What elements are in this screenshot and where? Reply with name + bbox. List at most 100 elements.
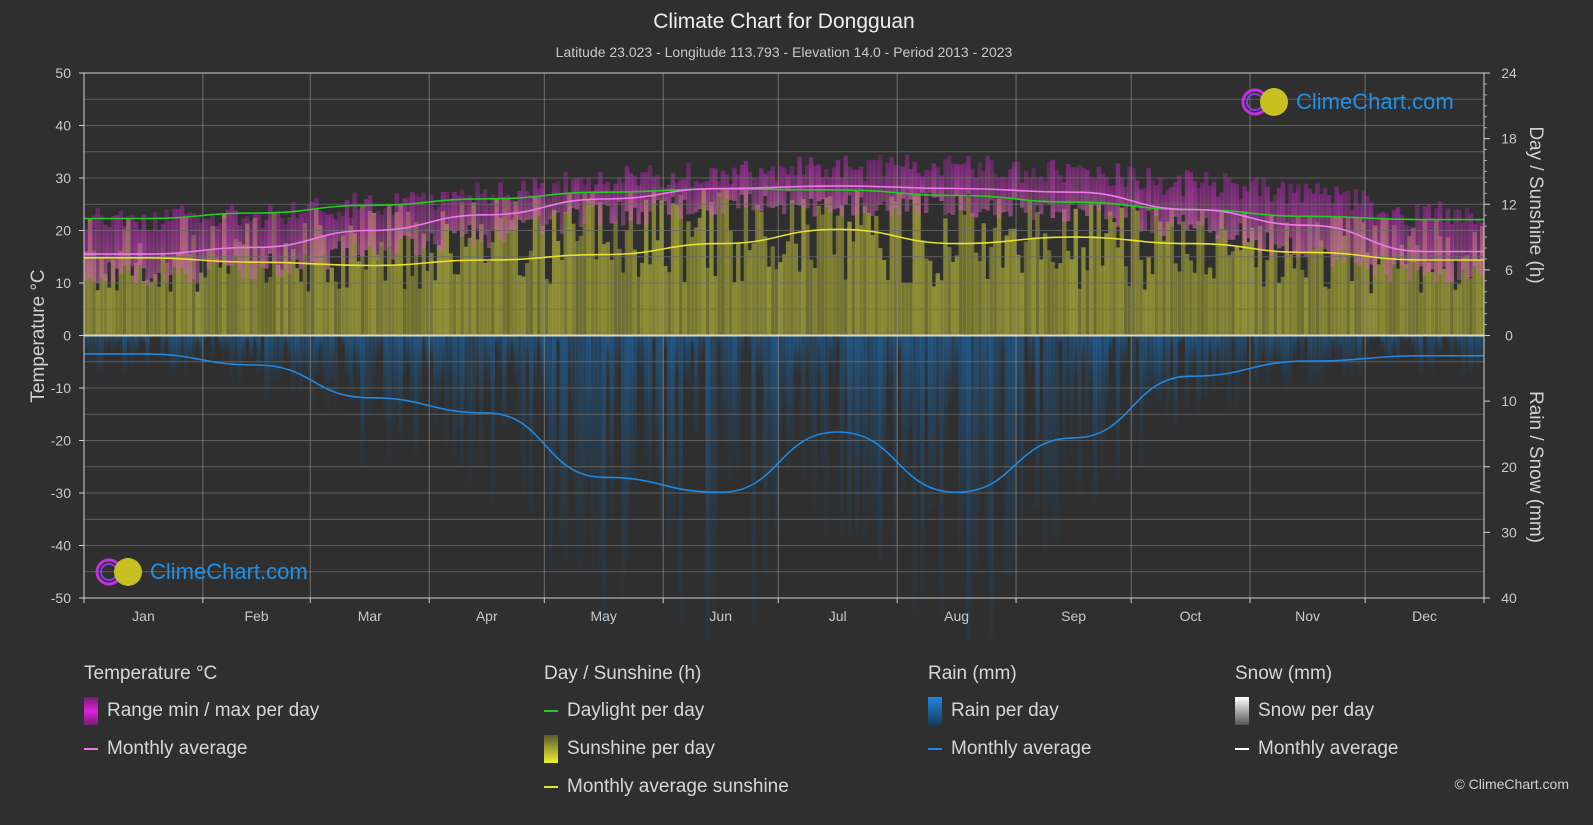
rain-day-bar [494,335,499,346]
sunshine-day-bar [743,189,749,336]
sunshine-day-bar [1046,250,1052,336]
sunshine-day-bar [1234,246,1240,336]
sunshine-day-bar [1211,278,1217,336]
temp-range-day-bar [1372,217,1378,276]
snow-avg-swatch [1235,748,1249,750]
sunshine-day-bar [1039,259,1044,336]
temp-range-day-bar [854,169,860,215]
month-label: Apr [476,608,498,624]
sunshine-day-bar [785,241,791,336]
sunshine-day-bar [847,221,852,336]
rain-day-bar [517,335,522,421]
rain-day-bar [877,335,883,565]
legend-item: Sunshine per day [544,735,789,763]
temp-range-day-bar [1250,180,1255,244]
temp-range-day-bar [1315,183,1320,255]
rain-day-bar [271,335,277,380]
sunshine-day-bar [130,275,135,336]
rain-day-bar [229,335,235,380]
temp-range-day-bar [713,168,718,215]
rain-day-bar [252,335,258,346]
sunshine-day-bar [279,269,285,336]
rain-day-bar [563,335,568,559]
rain-day-bar [1464,335,1470,361]
rain-day-bar [103,335,108,350]
temp-range-day-bar [1265,186,1270,233]
rain-day-bar [1384,335,1389,366]
sunshine-day-bar [808,259,814,336]
rain-day-bar [410,335,415,405]
rain-day-bar [164,335,169,344]
sunshine-day-bar [555,240,561,336]
temp-range-day-bar [1104,176,1109,220]
sunshine-day-bar [931,286,937,336]
rain-day-bar [1242,335,1247,371]
temp-range-day-bar [950,163,956,216]
sunshine-day-bar [344,287,350,336]
sunshine-day-bar [1088,202,1094,336]
temp-range-day-bar [1069,167,1075,205]
temp-range-day-bar [337,211,342,242]
rain-day-bar [264,335,269,400]
temp-range-day-bar [494,203,499,230]
logo-text: ClimeChart.com [1296,89,1454,114]
sunshine-day-bar [1050,261,1056,336]
sunshine-day-bar [716,192,722,336]
temp-range-day-bar [1319,193,1324,247]
sunshine-day-bar [996,198,1002,336]
left-tick-label: -10 [51,380,71,396]
rain-day-bar [1073,335,1079,378]
rain-day-bar [91,335,97,356]
logo-top-right[interactable]: ClimeChart.com [1240,87,1454,117]
rain-day-bar [1418,335,1424,374]
temp-range-day-bar [340,215,346,261]
sunshine-day-bar [1092,235,1098,336]
right-bottom-tick-label: 30 [1501,524,1517,540]
sunshine-day-bar [1177,271,1182,336]
temp-range-day-bar [348,217,354,263]
rain-day-bar [1223,335,1228,378]
rain-day-bar [931,335,937,505]
sunshine-day-bar [1238,250,1243,336]
rain-day-bar [218,335,223,350]
sunshine-day-bar [383,280,388,336]
rain-day-bar [1426,335,1431,370]
rain-day-bar [1414,335,1420,365]
legend-heading: Day / Sunshine (h) [544,663,702,684]
rain-day-bar [222,335,227,361]
rain-day-bar [544,335,549,419]
temp-range-day-bar [1123,186,1128,218]
sunshine-day-bar [1008,228,1013,336]
rain-day-bar [1154,335,1159,402]
sunshine-day-bar [609,259,614,336]
temp-range-day-bar [256,214,262,266]
legend-sunshine: Day / Sunshine (h) Daylight per day Suns… [544,663,789,814]
rain-day-bar [590,335,595,568]
rain-day-bar [1100,335,1105,474]
rain-day-bar [509,335,515,353]
rain-day-bar [808,335,814,461]
sunshine-day-bar [950,262,956,336]
sunshine-day-bar [1319,240,1324,336]
rain-day-bar [1265,335,1270,384]
logo-bottom-left[interactable]: ClimeChart.com [94,557,308,587]
temp-range-day-bar [528,195,534,220]
rain-day-bar [233,335,239,357]
rain-day-bar [521,335,526,496]
sunshine-day-bar [1288,254,1293,336]
copyright: © ClimeChart.com [1454,776,1569,792]
rain-day-bar [1234,335,1240,413]
rain-day-bar [690,335,695,348]
temp-range-day-bar [870,160,875,217]
legend-item: Rain per day [928,697,1091,725]
rain-day-bar [916,335,921,451]
temp-range-day-bar [970,168,975,217]
rain-day-bar [801,335,806,480]
rain-day-bar [824,335,829,551]
sunshine-day-bar [1200,209,1205,336]
rain-day-bar [107,335,112,346]
sunshine-day-bar [1096,202,1102,336]
rain-day-bar [1050,335,1056,535]
sunshine-day-bar [1131,205,1136,336]
temp-range-day-bar [559,193,565,234]
